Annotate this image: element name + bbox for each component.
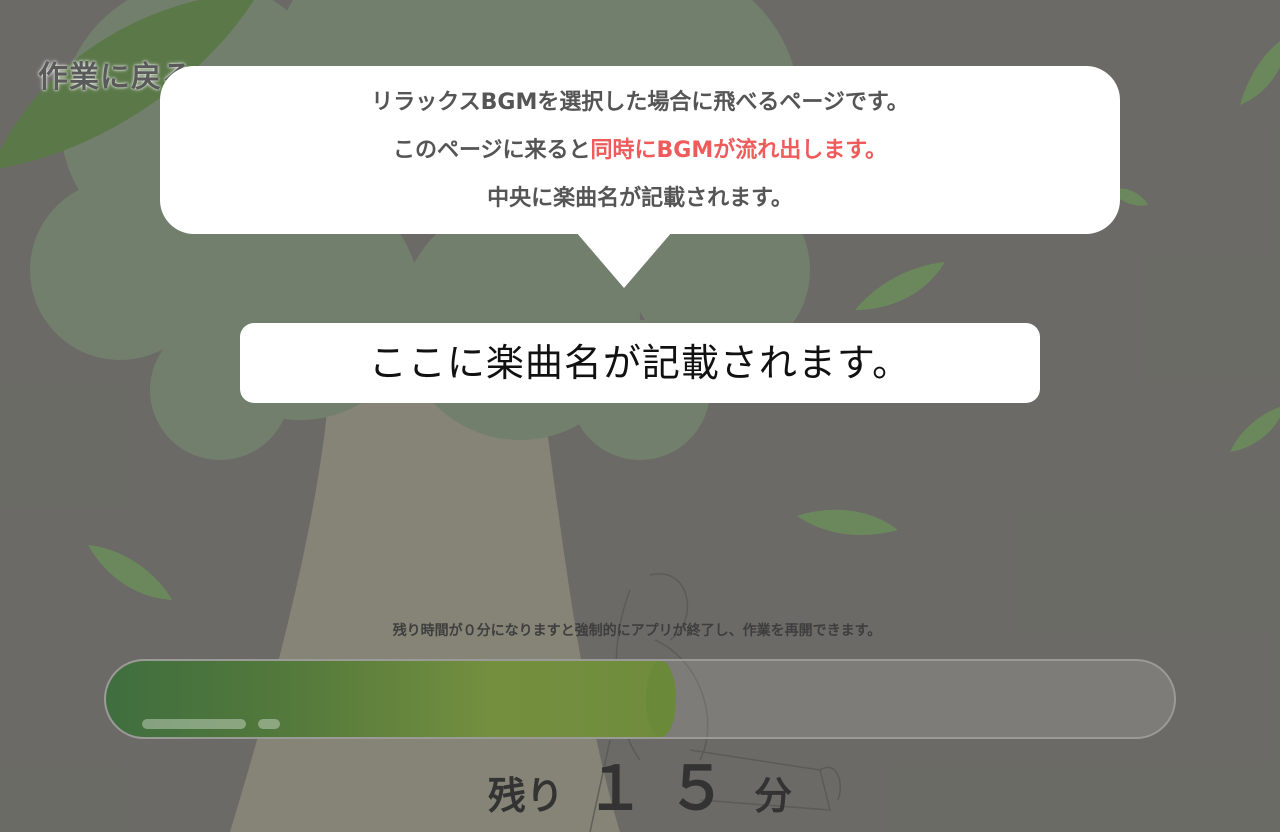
remaining-time-progress-bar xyxy=(104,659,1176,739)
tooltip-line-2-highlight: 同時にBGMが流れ出します。 xyxy=(590,138,888,163)
tooltip-line-2-prefix: このページに来ると xyxy=(392,138,591,163)
tooltip-arrow xyxy=(576,232,672,288)
remaining-unit: 分 xyxy=(754,774,793,818)
remaining-time-display: 残り １５ 分 xyxy=(0,740,1280,827)
relax-bgm-screen: 作業に戻る リラックスBGMを選択した場合に飛べるページです。 このページに来る… xyxy=(0,0,1280,832)
progress-fill-cap xyxy=(646,661,676,737)
song-title-box: ここに楽曲名が記載されます。 xyxy=(240,323,1040,403)
tooltip-line-1: リラックスBGMを選択した場合に飛べるページです。 xyxy=(371,90,909,115)
time-limit-notice: 残り時間が０分になりますと強制的にアプリが終了し、作業を再開できます。 xyxy=(392,623,882,639)
tooltip-line-3: 中央に楽曲名が記載されます。 xyxy=(487,186,793,211)
song-title: ここに楽曲名が記載されます。 xyxy=(368,341,912,385)
progress-gloss xyxy=(142,719,246,729)
progress-gloss-dot xyxy=(258,719,280,729)
tooltip-line-2: このページに来ると同時にBGMが流れ出します。 xyxy=(160,132,1120,164)
explanation-tooltip: リラックスBGMを選択した場合に飛べるページです。 このページに来ると同時にBG… xyxy=(160,66,1120,288)
remaining-minutes: １５ xyxy=(585,754,749,824)
remaining-label: 残り xyxy=(487,774,564,818)
